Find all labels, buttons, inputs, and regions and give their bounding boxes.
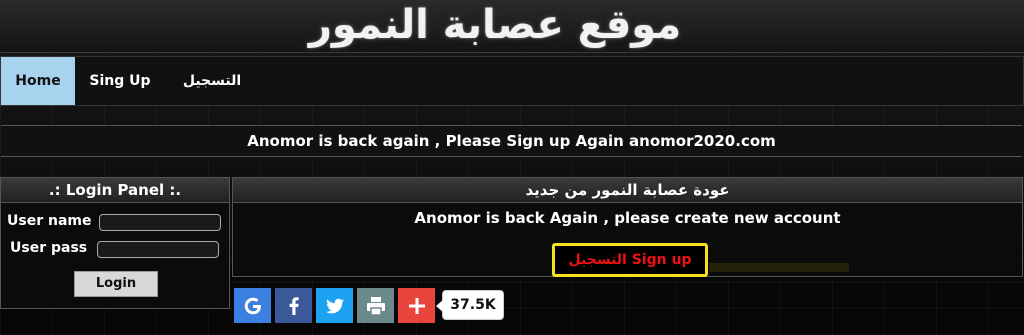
login-panel-title: .: Login Panel :. — [1, 178, 229, 203]
username-input[interactable] — [99, 214, 221, 231]
plus-share-button[interactable] — [398, 288, 435, 323]
notice-banner: Anomor is back again , Please Sign up Ag… — [1, 125, 1022, 157]
site-title: موقع عصابة النمور — [308, 2, 682, 48]
main-heading: عودة عصابة النمور من جديد — [233, 178, 1022, 203]
main-message: Anomor is back Again , please create new… — [414, 209, 841, 227]
nav-home[interactable]: Home — [1, 57, 75, 105]
share-count: 37.5K — [436, 290, 504, 320]
password-label: User pass — [10, 240, 88, 256]
nav-register[interactable]: التسجيل — [173, 57, 251, 105]
signup-shadow — [709, 263, 849, 272]
google-icon — [244, 297, 261, 314]
signup-button[interactable]: التسجيل Sign up — [552, 243, 708, 277]
login-panel: .: Login Panel :. User name User pass Lo… — [0, 177, 230, 309]
main-content: عودة عصابة النمور من جديد Anomor is back… — [232, 177, 1023, 277]
twitter-icon — [325, 298, 344, 313]
password-input[interactable] — [97, 241, 219, 258]
login-button[interactable]: Login — [74, 271, 158, 297]
facebook-icon — [289, 296, 299, 315]
nav-sign-up[interactable]: Sing Up — [83, 57, 157, 105]
facebook-share-button[interactable] — [275, 288, 312, 323]
print-icon — [366, 296, 385, 316]
main-nav: Home Sing Up التسجيل — [0, 56, 1024, 106]
username-label: User name — [7, 213, 92, 229]
google-share-button[interactable] — [234, 288, 271, 323]
site-banner: موقع عصابة النمور — [0, 0, 1024, 53]
twitter-share-button[interactable] — [316, 288, 353, 323]
plus-icon — [408, 297, 425, 314]
print-share-button[interactable] — [357, 288, 394, 323]
